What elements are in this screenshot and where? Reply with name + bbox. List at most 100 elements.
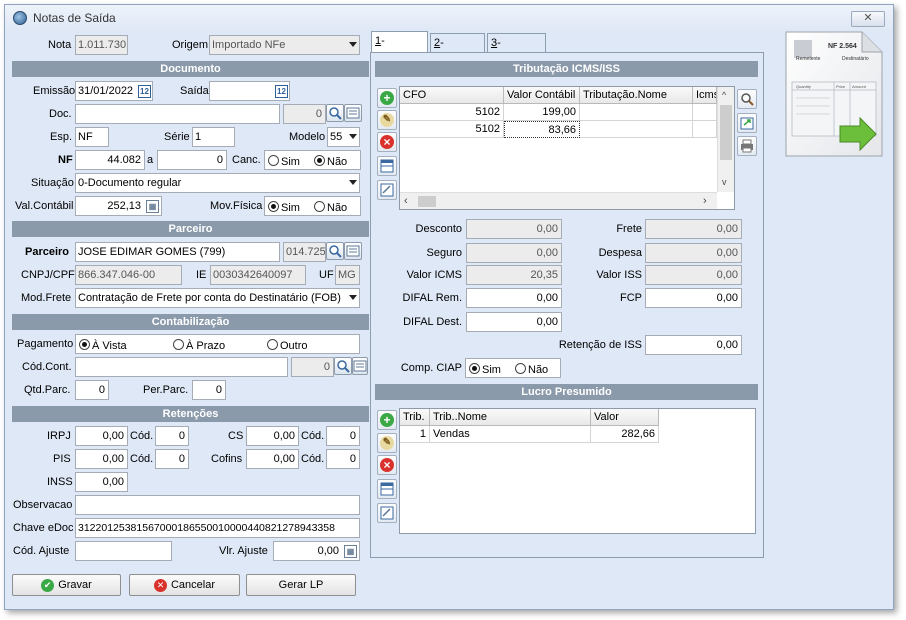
codajuste-field[interactable] [75, 541, 172, 561]
col-trib[interactable]: Trib. [400, 409, 430, 426]
difal-dest-field[interactable]: 0,00 [466, 312, 562, 332]
scroll-thumb[interactable] [418, 196, 436, 207]
calculator-icon[interactable]: ▦ [146, 200, 159, 213]
col-icms[interactable]: Icms [693, 87, 717, 104]
calculator-icon[interactable]: ▦ [344, 545, 357, 558]
doc-field[interactable] [75, 104, 280, 124]
seguro-field[interactable]: 0,00 [466, 243, 562, 263]
list-icon[interactable] [344, 104, 362, 122]
parceiro-code-field[interactable]: 014.725 [283, 242, 326, 262]
ciap-nao-radio[interactable] [515, 363, 526, 374]
valcontabil-field[interactable]: 252,13 ▦ [75, 196, 162, 216]
valor-iss-field[interactable]: 0,00 [645, 265, 742, 285]
chevron-right-icon[interactable]: › [703, 195, 707, 207]
table-row-cell[interactable]: 282,66 [591, 426, 659, 443]
col-valor-contabil[interactable]: Valor Contábil [504, 87, 580, 104]
modfrete-select[interactable]: Contratação de Frete por conta do Destin… [75, 288, 360, 308]
table-row-cell[interactable]: 83,66 [504, 121, 580, 138]
table-row-cell[interactable] [693, 121, 717, 138]
calendar-icon[interactable]: 12 [275, 85, 288, 98]
table-row-cell[interactable]: 1 [400, 426, 430, 443]
table-row-cell[interactable] [580, 104, 693, 121]
gerar-lp-button[interactable]: Gerar LP [246, 574, 356, 596]
perparc-field[interactable]: 0 [192, 380, 226, 400]
search-tool-button[interactable] [737, 89, 757, 109]
qtdparc-field[interactable]: 0 [75, 380, 109, 400]
irpj-field[interactable]: 0,00 [75, 426, 128, 446]
canc-nao-radio[interactable] [314, 155, 325, 166]
delete-row-button[interactable]: × [377, 132, 397, 152]
col-trib-nome[interactable]: Trib..Nome [430, 409, 591, 426]
calendar-icon[interactable]: 12 [138, 85, 151, 98]
chave-field[interactable]: 3122012538156700018655001000044082127894… [75, 518, 360, 538]
edit-row-button[interactable]: ✎ [377, 433, 397, 453]
origem-select[interactable]: Importado NFe [209, 35, 360, 55]
table-row-cell[interactable]: 5102 [400, 121, 504, 138]
form-view-button[interactable] [377, 180, 397, 200]
serie-field[interactable]: 1 [192, 127, 235, 147]
add-row-button[interactable]: + [377, 88, 397, 108]
magnifier-icon[interactable] [326, 104, 344, 122]
pagamento-vista-radio[interactable] [79, 339, 90, 350]
table-row-cell[interactable] [693, 104, 717, 121]
difal-rem-field[interactable]: 0,00 [466, 288, 562, 308]
observacao-field[interactable] [75, 495, 360, 515]
table-row-cell[interactable]: Vendas [430, 426, 591, 443]
canc-sim-radio[interactable] [268, 155, 279, 166]
magnifier-icon[interactable] [334, 357, 352, 375]
chevron-up-icon[interactable]: ^ [722, 90, 726, 100]
situacao-select[interactable]: 0-Documento regular [75, 173, 360, 193]
ie-field[interactable]: 0030342640097 [210, 265, 306, 285]
printer-tool-button[interactable] [737, 136, 757, 156]
nf-to-field[interactable]: 0 [157, 150, 227, 170]
export-tool-button[interactable] [737, 113, 757, 133]
retencao-iss-field[interactable]: 0,00 [645, 335, 742, 355]
magnifier-icon[interactable] [326, 242, 344, 260]
scroll-thumb[interactable] [720, 105, 732, 160]
nf-from-field[interactable]: 44.082 [75, 150, 145, 170]
table-row-cell[interactable] [580, 121, 693, 138]
tab-produtos[interactable]: 3-Produtos [487, 33, 546, 67]
inss-field[interactable]: 0,00 [75, 472, 128, 492]
grid-view-button[interactable] [377, 156, 397, 176]
nota-field[interactable]: 1.011.730 [75, 35, 128, 55]
add-row-button[interactable]: + [377, 410, 397, 430]
table-row-cell[interactable]: 199,00 [504, 104, 580, 121]
emissao-field[interactable]: 31/01/2022 12 [75, 81, 153, 101]
delete-row-button[interactable]: × [377, 455, 397, 475]
chevron-left-icon[interactable]: ‹ [404, 195, 408, 207]
mov-nao-radio[interactable] [314, 201, 325, 212]
vertical-scrollbar[interactable]: ^ v [717, 87, 734, 192]
pis-field[interactable]: 0,00 [75, 449, 128, 469]
ciap-sim-radio[interactable] [469, 363, 480, 374]
chevron-down-icon[interactable]: v [722, 177, 727, 187]
col-valor[interactable]: Valor [591, 409, 659, 426]
cofins-field[interactable]: 0,00 [246, 449, 299, 469]
codcont-number-field[interactable]: 0 [291, 357, 334, 377]
frete-field[interactable]: 0,00 [645, 219, 742, 239]
doc-number-field[interactable]: 0 [283, 104, 326, 124]
list-icon[interactable] [352, 357, 368, 375]
horizontal-scrollbar[interactable]: ‹ › [400, 192, 717, 209]
close-button[interactable]: ✕ [851, 11, 885, 27]
cs-field[interactable]: 0,00 [246, 426, 299, 446]
saida-field[interactable]: 12 [209, 81, 290, 101]
gravar-button[interactable]: ✔ Gravar [12, 574, 121, 596]
form-view-button[interactable] [377, 503, 397, 523]
edit-row-button[interactable]: ✎ [377, 110, 397, 130]
pis-cod-field[interactable]: 0 [155, 449, 189, 469]
esp-field[interactable]: NF [75, 127, 109, 147]
irpj-cod-field[interactable]: 0 [155, 426, 189, 446]
col-cfo[interactable]: CFO [400, 87, 504, 104]
cnpj-field[interactable]: 866.347.046-00 [75, 265, 182, 285]
despesa-field[interactable]: 0,00 [645, 243, 742, 263]
desconto-field[interactable]: 0,00 [466, 219, 562, 239]
valor-icms-field[interactable]: 20,35 [466, 265, 562, 285]
cofins-cod-field[interactable]: 0 [326, 449, 360, 469]
pagamento-outro-radio[interactable] [267, 339, 278, 350]
modelo-select[interactable]: 55 [327, 127, 360, 147]
fcp-field[interactable]: 0,00 [645, 288, 742, 308]
vlrajuste-field[interactable]: 0,00 ▦ [273, 541, 360, 561]
pagamento-prazo-radio[interactable] [173, 339, 184, 350]
mov-sim-radio[interactable] [268, 201, 279, 212]
